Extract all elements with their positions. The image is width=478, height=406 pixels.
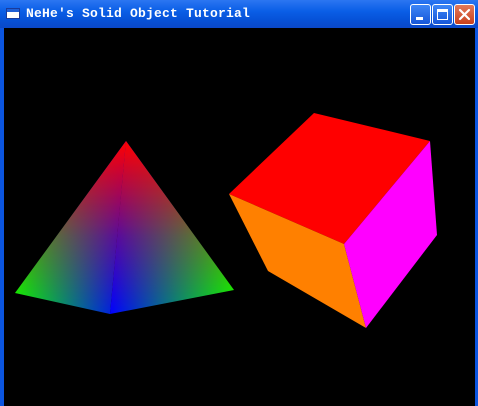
minimize-button[interactable]	[410, 4, 431, 25]
pyramid	[15, 141, 234, 314]
opengl-canvas[interactable]	[4, 28, 475, 406]
pyramid-apex-shade-left	[15, 141, 126, 314]
close-button[interactable]	[454, 4, 475, 25]
cube	[229, 113, 437, 328]
app-window: NeHe's Solid Object Tutorial	[0, 0, 478, 406]
maximize-button[interactable]	[432, 4, 453, 25]
maximize-icon	[437, 9, 448, 20]
pyramid-apex-shade-right	[110, 141, 234, 314]
scene-render	[15, 113, 437, 328]
close-icon	[458, 8, 471, 21]
title-bar[interactable]: NeHe's Solid Object Tutorial	[0, 0, 478, 29]
minimize-icon	[416, 17, 423, 20]
app-window-icon[interactable]	[6, 8, 20, 19]
window-title: NeHe's Solid Object Tutorial	[26, 6, 251, 21]
